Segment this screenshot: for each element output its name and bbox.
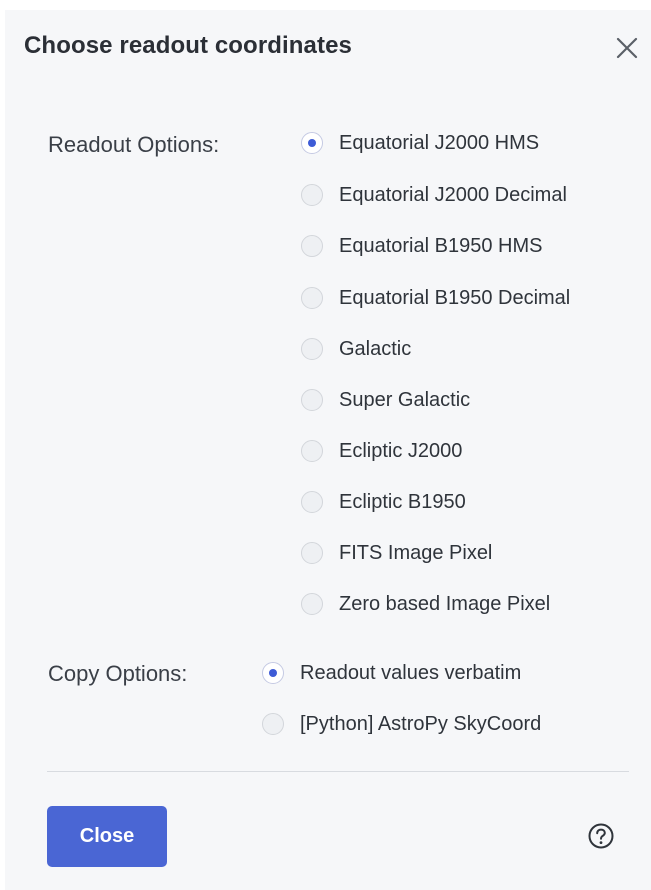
readout-options-label: Readout Options:	[48, 132, 220, 157]
radio-label: [Python] AstroPy SkyCoord	[300, 712, 542, 735]
radio-label: Equatorial B1950 HMS	[339, 234, 543, 257]
radio-super-galactic[interactable]: Super Galactic	[301, 385, 470, 415]
radio-button[interactable]	[301, 338, 323, 360]
radio-fits-image-pixel[interactable]: FITS Image Pixel	[301, 538, 492, 568]
radio-button[interactable]	[301, 491, 323, 513]
radio-button[interactable]	[301, 132, 323, 154]
radio-label: Ecliptic B1950	[339, 490, 466, 513]
radio-ecliptic-j2000[interactable]: Ecliptic J2000	[301, 436, 462, 466]
radio-button[interactable]	[262, 662, 284, 684]
copy-options-label: Copy Options:	[48, 661, 188, 686]
radio-ecliptic-b1950[interactable]: Ecliptic B1950	[301, 487, 466, 517]
radio-astropy-skycoord[interactable]: [Python] AstroPy SkyCoord	[262, 709, 541, 739]
radio-label: Ecliptic J2000	[339, 439, 463, 462]
choose-readout-dialog: Choose readout coordinates Readout Optio…	[5, 10, 651, 890]
radio-zero-based-image-pixel[interactable]: Zero based Image Pixel	[301, 589, 550, 619]
radio-label: Equatorial J2000 HMS	[339, 131, 540, 154]
radio-galactic[interactable]: Galactic	[301, 334, 411, 364]
radio-equatorial-b1950-decimal[interactable]: Equatorial B1950 Decimal	[301, 283, 570, 313]
radio-label: Super Galactic	[339, 388, 471, 411]
radio-equatorial-b1950-hms[interactable]: Equatorial B1950 HMS	[301, 231, 542, 261]
radio-button[interactable]	[301, 542, 323, 564]
radio-label: Zero based Image Pixel	[339, 592, 551, 615]
radio-label: Equatorial J2000 Decimal	[339, 183, 567, 206]
help-icon[interactable]	[587, 822, 615, 850]
close-icon[interactable]	[613, 34, 641, 62]
radio-button[interactable]	[301, 440, 323, 462]
radio-label: Readout values verbatim	[300, 661, 522, 684]
radio-readout-values-verbatim[interactable]: Readout values verbatim	[262, 658, 521, 688]
radio-label: Galactic	[339, 337, 412, 360]
radio-button[interactable]	[301, 389, 323, 411]
radio-label: Equatorial B1950 Decimal	[339, 286, 571, 309]
dialog-title: Choose readout coordinates	[24, 32, 352, 59]
radio-button[interactable]	[301, 184, 323, 206]
close-button[interactable]: Close	[47, 806, 167, 867]
radio-label: FITS Image Pixel	[339, 541, 493, 564]
radio-button[interactable]	[301, 287, 323, 309]
divider	[47, 771, 629, 772]
radio-button[interactable]	[301, 235, 323, 257]
radio-button[interactable]	[301, 593, 323, 615]
radio-equatorial-j2000-decimal[interactable]: Equatorial J2000 Decimal	[301, 180, 567, 210]
radio-button[interactable]	[262, 713, 284, 735]
radio-equatorial-j2000-hms[interactable]: Equatorial J2000 HMS	[301, 128, 539, 158]
